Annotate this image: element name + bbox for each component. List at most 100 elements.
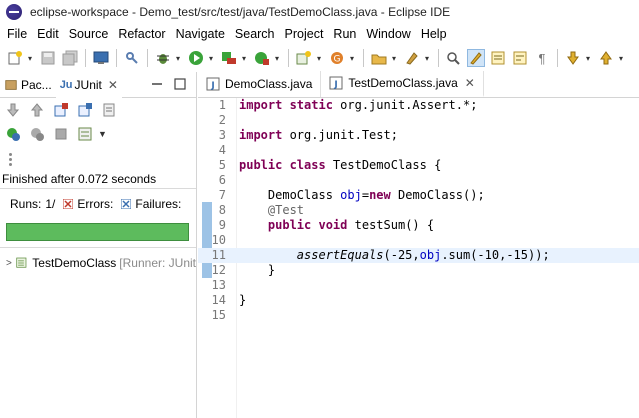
code-token: (-25, [383, 248, 420, 262]
next-failure-icon[interactable] [4, 101, 22, 119]
code-token: DemoClass(); [390, 188, 485, 202]
external-tools-icon[interactable] [253, 49, 271, 67]
coverage-icon[interactable] [220, 49, 238, 67]
code-editor: J DemoClass.java J TestDemoClass.java ✕ … [198, 71, 639, 418]
maximize-icon[interactable] [173, 77, 187, 91]
code-line[interactable]: 8 @Test [198, 203, 639, 218]
code-token: TestDemoClass { [325, 158, 442, 172]
rerun-failures-icon[interactable] [28, 125, 46, 143]
tab-democlass-java[interactable]: J DemoClass.java [198, 71, 322, 97]
code-text: @Test [239, 203, 304, 218]
drag-handle-icon[interactable] [9, 153, 13, 168]
code-token: public class [239, 158, 326, 172]
code-token: org.junit.Test; [282, 128, 398, 142]
tab-junit[interactable]: Ju JUnit ✕ [55, 71, 122, 98]
rerun-test-icon[interactable] [4, 125, 22, 143]
previous-failure-icon[interactable] [28, 101, 46, 119]
code-line[interactable]: 3 import org.junit.Test; [198, 128, 639, 143]
tab-package-explorer[interactable]: Pac... [0, 72, 56, 98]
close-icon[interactable]: ✕ [108, 78, 118, 92]
minimize-icon[interactable] [150, 77, 164, 91]
previous-annotation-icon[interactable] [597, 49, 615, 67]
expand-chevron-icon[interactable]: > [6, 258, 12, 269]
code-token: obj [340, 188, 362, 202]
code-token: testSum() { [347, 218, 435, 232]
code-line[interactable]: 9 public void testSum() { [198, 218, 639, 233]
menu-file[interactable]: File [2, 27, 32, 41]
code-token: = [361, 188, 370, 202]
code-token: } [239, 263, 276, 277]
run-dropdown-icon[interactable]: ▾ [207, 49, 215, 67]
menu-project[interactable]: Project [280, 27, 329, 41]
code-line[interactable]: 14} [198, 293, 639, 308]
toolbar-separator [438, 49, 439, 67]
mark-occurrences-icon[interactable] [467, 49, 485, 67]
error-icon [63, 198, 74, 209]
word-wrap-icon[interactable] [511, 49, 529, 67]
new-icon[interactable] [6, 49, 24, 67]
menu-window[interactable]: Window [361, 27, 415, 41]
next-annotation-dropdown-icon[interactable]: ▾ [584, 49, 592, 67]
menu-help[interactable]: Help [416, 27, 452, 41]
toggle-breadcrumb-icon[interactable] [445, 49, 463, 67]
menu-edit[interactable]: Edit [32, 27, 64, 41]
code-token: import static [239, 98, 333, 112]
code-line[interactable]: 10 [198, 233, 639, 248]
line-number: 5 [218, 158, 226, 172]
show-whitespace-icon[interactable]: ¶ [533, 49, 551, 67]
test-history-icon[interactable] [76, 125, 94, 143]
debug-icon[interactable] [154, 49, 172, 67]
menu-navigate[interactable]: Navigate [171, 27, 230, 41]
open-type-icon[interactable]: G [328, 49, 346, 67]
search-dropdown-icon[interactable]: ▾ [423, 49, 431, 67]
code-line[interactable]: 12 } [198, 263, 639, 278]
code-line[interactable]: 7 DemoClass obj=new DemoClass(); [198, 188, 639, 203]
search-icon[interactable] [403, 49, 421, 67]
run-icon[interactable] [187, 49, 205, 67]
line-number: 10 [211, 233, 226, 247]
code-line[interactable]: 6 [198, 173, 639, 188]
toolbar-separator [147, 49, 148, 67]
block-selection-icon[interactable] [489, 49, 507, 67]
code-token: @Test [267, 203, 305, 217]
open-task-dropdown-icon[interactable]: ▾ [390, 49, 398, 67]
svg-text:J: J [334, 80, 338, 90]
tab-testdemoclass-java[interactable]: J TestDemoClass.java ✕ [321, 71, 484, 97]
code-area[interactable]: 1 import static org.junit.Assert.*; 2 3 impo… [198, 98, 639, 418]
code-line[interactable]: 5 public class TestDemoClass { [198, 158, 639, 173]
open-task-icon[interactable] [370, 49, 388, 67]
coverage-dropdown-icon[interactable]: ▾ [240, 49, 248, 67]
menu-search[interactable]: Search [230, 27, 280, 41]
line-number: 13 [211, 278, 226, 292]
test-tree-item[interactable]: > TestDemoClass [Runner: JUnit [6, 256, 196, 270]
code-line[interactable]: 1 import static org.junit.Assert.*; [198, 98, 639, 113]
terminal-icon[interactable] [92, 49, 110, 67]
menu-source[interactable]: Source [64, 27, 114, 41]
save-all-icon[interactable] [61, 49, 79, 67]
new-class-dropdown-icon[interactable]: ▾ [315, 49, 323, 67]
external-tools-dropdown-icon[interactable]: ▾ [273, 49, 281, 67]
new-class-icon[interactable] [295, 49, 313, 67]
code-line[interactable]: 11 assertEquals(-25,obj.sum(-10,-15)); [198, 248, 639, 263]
next-annotation-icon[interactable] [564, 49, 582, 67]
open-type-dropdown-icon[interactable]: ▾ [348, 49, 356, 67]
close-icon[interactable]: ✕ [465, 76, 475, 90]
runs-label: Runs: [10, 196, 42, 211]
code-line[interactable]: 15 [198, 308, 639, 323]
previous-annotation-dropdown-icon[interactable]: ▾ [617, 49, 625, 67]
menu-refactor[interactable]: Refactor [113, 27, 170, 41]
test-suite-icon [16, 257, 27, 268]
menu-run[interactable]: Run [328, 27, 361, 41]
code-line[interactable]: 13 [198, 278, 639, 293]
debug-dropdown-icon[interactable]: ▾ [174, 49, 182, 67]
save-icon[interactable] [39, 49, 57, 67]
history-dropdown-icon[interactable]: ▼ [98, 129, 107, 139]
scroll-lock-icon[interactable] [100, 101, 118, 119]
code-line[interactable]: 2 [198, 113, 639, 128]
show-failures-only-icon[interactable] [52, 101, 70, 119]
new-dropdown-icon[interactable]: ▾ [26, 49, 34, 67]
show-skipped-icon[interactable] [76, 101, 94, 119]
code-line[interactable]: 4 [198, 143, 639, 158]
stop-icon[interactable] [52, 125, 70, 143]
link-icon[interactable] [123, 49, 141, 67]
